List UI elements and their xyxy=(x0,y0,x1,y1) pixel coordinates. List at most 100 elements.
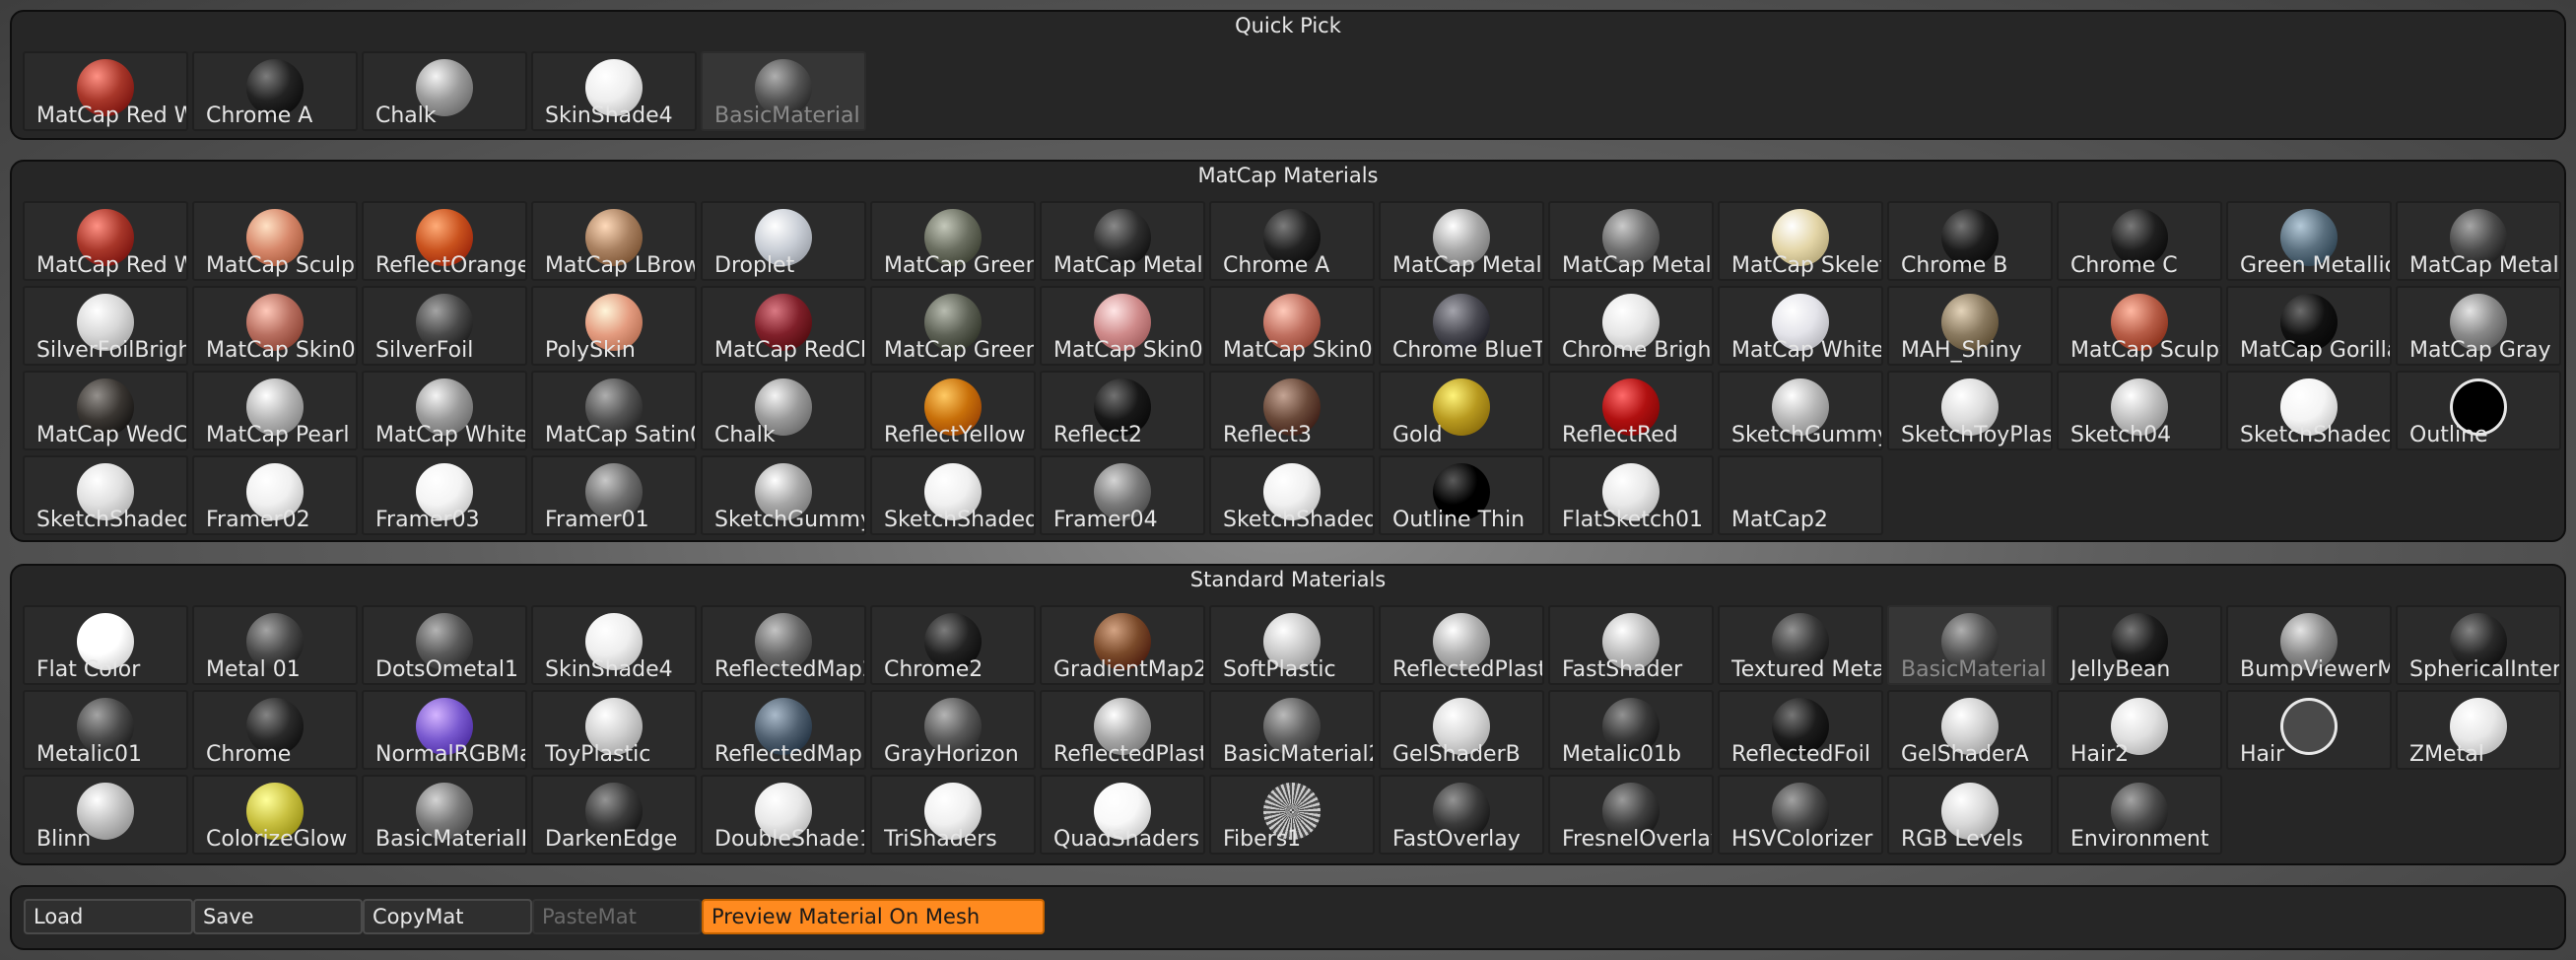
material-tile-matcap-sculpy[interactable]: MatCap Sculpy xyxy=(192,201,358,281)
material-tile-reflect2[interactable]: Reflect2 xyxy=(1040,371,1205,450)
material-tile-chrome-c[interactable]: Chrome C xyxy=(2057,201,2222,281)
material-tile-reflectyellow[interactable]: ReflectYellow xyxy=(870,371,1036,450)
material-tile-flat-color[interactable]: Flat Color xyxy=(23,605,188,685)
material-tile-fresneloverlay[interactable]: FresnelOverlay xyxy=(1548,775,1714,855)
material-tile-blinn[interactable]: Blinn xyxy=(23,775,188,855)
material-tile-reflectedplasti[interactable]: ReflectedPlasti xyxy=(1040,690,1205,770)
material-tile-doubleshade1[interactable]: DoubleShade1 xyxy=(701,775,866,855)
material-tile-darkenedge[interactable]: DarkenEdge xyxy=(531,775,697,855)
material-tile-reflectred[interactable]: ReflectRed xyxy=(1548,371,1714,450)
material-tile-framer01[interactable]: Framer01 xyxy=(531,455,697,535)
material-tile-fibers1[interactable]: Fibers1 xyxy=(1209,775,1375,855)
material-tile-fastshader[interactable]: FastShader xyxy=(1548,605,1714,685)
material-tile-matcap-skin04[interactable]: MatCap Skin04 xyxy=(1209,286,1375,366)
material-tile-matcap-green[interactable]: MatCap Green xyxy=(870,201,1036,281)
material-tile-grayhorizon[interactable]: GrayHorizon xyxy=(870,690,1036,770)
material-tile-fastoverlay[interactable]: FastOverlay xyxy=(1379,775,1544,855)
material-tile-hair[interactable]: Hair xyxy=(2226,690,2392,770)
material-tile-framer04[interactable]: Framer04 xyxy=(1040,455,1205,535)
material-tile-reflectedmap2[interactable]: ReflectedMap2 xyxy=(701,605,866,685)
material-tile-chrome-blueti[interactable]: Chrome BlueTi xyxy=(1379,286,1544,366)
material-tile-basicmaterialb[interactable]: BasicMaterialB xyxy=(362,775,527,855)
material-tile-sketchshaded2[interactable]: SketchShaded2 xyxy=(870,455,1036,535)
copymat-button[interactable]: CopyMat xyxy=(363,899,532,934)
material-tile-gelshaderb[interactable]: GelShaderB xyxy=(1379,690,1544,770)
material-tile-reflectedmap[interactable]: ReflectedMap xyxy=(701,690,866,770)
material-tile-gradientmap2[interactable]: GradientMap2 xyxy=(1040,605,1205,685)
material-tile-matcap-lbrow[interactable]: MatCap LBrow xyxy=(531,201,697,281)
material-tile-outline-thin[interactable]: Outline Thin xyxy=(1379,455,1544,535)
material-tile-sketchshaded[interactable]: SketchShaded xyxy=(2226,371,2392,450)
material-tile-framer03[interactable]: Framer03 xyxy=(362,455,527,535)
material-tile-environment[interactable]: Environment xyxy=(2057,775,2222,855)
material-tile-matcap-pearl[interactable]: MatCap Pearl xyxy=(192,371,358,450)
material-tile-chalk[interactable]: Chalk xyxy=(701,371,866,450)
material-tile-chrome[interactable]: Chrome xyxy=(192,690,358,770)
save-button[interactable]: Save xyxy=(193,899,363,934)
material-tile-chrome-b[interactable]: Chrome B xyxy=(1887,201,2053,281)
material-tile-matcap-green[interactable]: MatCap Green xyxy=(870,286,1036,366)
material-tile-skinshade4[interactable]: SkinShade4 xyxy=(531,605,697,685)
material-tile-jellybean[interactable]: JellyBean xyxy=(2057,605,2222,685)
material-tile-bumpviewerm[interactable]: BumpViewerM xyxy=(2226,605,2392,685)
material-tile-chrome-bright[interactable]: Chrome Bright xyxy=(1548,286,1714,366)
material-tile-silverfoil[interactable]: SilverFoil xyxy=(362,286,527,366)
material-tile-textured-meta[interactable]: Textured Meta xyxy=(1718,605,1883,685)
material-tile-chrome2[interactable]: Chrome2 xyxy=(870,605,1036,685)
material-tile-matcap-redcl[interactable]: MatCap RedCl xyxy=(701,286,866,366)
material-tile-metalic01b[interactable]: Metalic01b xyxy=(1548,690,1714,770)
material-tile-matcap-metal0[interactable]: MatCap Metal0 xyxy=(2396,201,2561,281)
material-tile-matcap-white0[interactable]: MatCap White0 xyxy=(1718,286,1883,366)
material-tile-chrome-a[interactable]: Chrome A xyxy=(192,51,358,131)
material-tile-gold[interactable]: Gold xyxy=(1379,371,1544,450)
material-tile-sketchtoyplast[interactable]: SketchToyPlast xyxy=(1887,371,2053,450)
preview-material-on-mesh-toggle[interactable]: Preview Material On Mesh xyxy=(702,899,1045,934)
material-tile-sketch04[interactable]: Sketch04 xyxy=(2057,371,2222,450)
material-tile-sketchgummy[interactable]: SketchGummy xyxy=(1718,371,1883,450)
pastemat-button[interactable]: PasteMat xyxy=(532,899,702,934)
material-tile-droplet[interactable]: Droplet xyxy=(701,201,866,281)
material-tile-quadshaders[interactable]: QuadShaders xyxy=(1040,775,1205,855)
material-tile-matcap2[interactable]: MatCap2 xyxy=(1718,455,1883,535)
material-tile-matcap-white[interactable]: MatCap White xyxy=(362,371,527,450)
material-tile-sketchshaded4[interactable]: SketchShaded4 xyxy=(23,455,188,535)
material-tile-hsvcolorizer[interactable]: HSVColorizer xyxy=(1718,775,1883,855)
material-tile-matcap-metal0[interactable]: MatCap Metal0 xyxy=(1040,201,1205,281)
material-tile-toyplastic[interactable]: ToyPlastic xyxy=(531,690,697,770)
material-tile-mah-shiny[interactable]: MAH_Shiny xyxy=(1887,286,2053,366)
material-tile-matcap-skin06[interactable]: MatCap Skin06 xyxy=(192,286,358,366)
material-tile-basicmaterial2[interactable]: BasicMaterial2 xyxy=(1209,690,1375,770)
material-tile-skinshade4[interactable]: SkinShade4 xyxy=(531,51,697,131)
material-tile-basicmaterial[interactable]: BasicMaterial xyxy=(1887,605,2053,685)
material-tile-metal-01[interactable]: Metal 01 xyxy=(192,605,358,685)
material-tile-chrome-a[interactable]: Chrome A xyxy=(1209,201,1375,281)
material-tile-chalk[interactable]: Chalk xyxy=(362,51,527,131)
material-tile-reflectedplasti[interactable]: ReflectedPlasti xyxy=(1379,605,1544,685)
material-tile-softplastic[interactable]: SoftPlastic xyxy=(1209,605,1375,685)
material-tile-polyskin[interactable]: PolySkin xyxy=(531,286,697,366)
material-tile-matcap-red-w[interactable]: MatCap Red W xyxy=(23,201,188,281)
material-tile-reflectorange[interactable]: ReflectOrange xyxy=(362,201,527,281)
material-tile-silverfoilbright[interactable]: SilverFoilBright xyxy=(23,286,188,366)
material-tile-reflect3[interactable]: Reflect3 xyxy=(1209,371,1375,450)
material-tile-metalic01[interactable]: Metalic01 xyxy=(23,690,188,770)
material-tile-zmetal[interactable]: ZMetal xyxy=(2396,690,2561,770)
material-tile-matcap-wedcl[interactable]: MatCap WedCl xyxy=(23,371,188,450)
material-tile-framer02[interactable]: Framer02 xyxy=(192,455,358,535)
material-tile-flatsketch01[interactable]: FlatSketch01 xyxy=(1548,455,1714,535)
material-tile-matcap-skin05[interactable]: MatCap Skin05 xyxy=(1040,286,1205,366)
load-button[interactable]: Load xyxy=(24,899,193,934)
material-tile-basicmaterial[interactable]: BasicMaterial xyxy=(701,51,866,131)
material-tile-matcap-skelet[interactable]: MatCap Skelet xyxy=(1718,201,1883,281)
material-tile-sketchgummy[interactable]: SketchGummy xyxy=(701,455,866,535)
material-tile-hair2[interactable]: Hair2 xyxy=(2057,690,2222,770)
material-tile-matcap-metal0[interactable]: MatCap Metal0 xyxy=(1379,201,1544,281)
material-tile-matcap-satin0[interactable]: MatCap Satin0 xyxy=(531,371,697,450)
material-tile-green-metallic[interactable]: Green Metallic xyxy=(2226,201,2392,281)
material-tile-matcap-sculpy[interactable]: MatCap Sculpy xyxy=(2057,286,2222,366)
material-tile-matcap-red-w[interactable]: MatCap Red W xyxy=(23,51,188,131)
material-tile-colorizeglow[interactable]: ColorizeGlow xyxy=(192,775,358,855)
material-tile-normalrgbma[interactable]: NormalRGBMa xyxy=(362,690,527,770)
material-tile-dotsometal1[interactable]: DotsOmetal1 xyxy=(362,605,527,685)
material-tile-matcap-gorilla[interactable]: MatCap Gorilla xyxy=(2226,286,2392,366)
